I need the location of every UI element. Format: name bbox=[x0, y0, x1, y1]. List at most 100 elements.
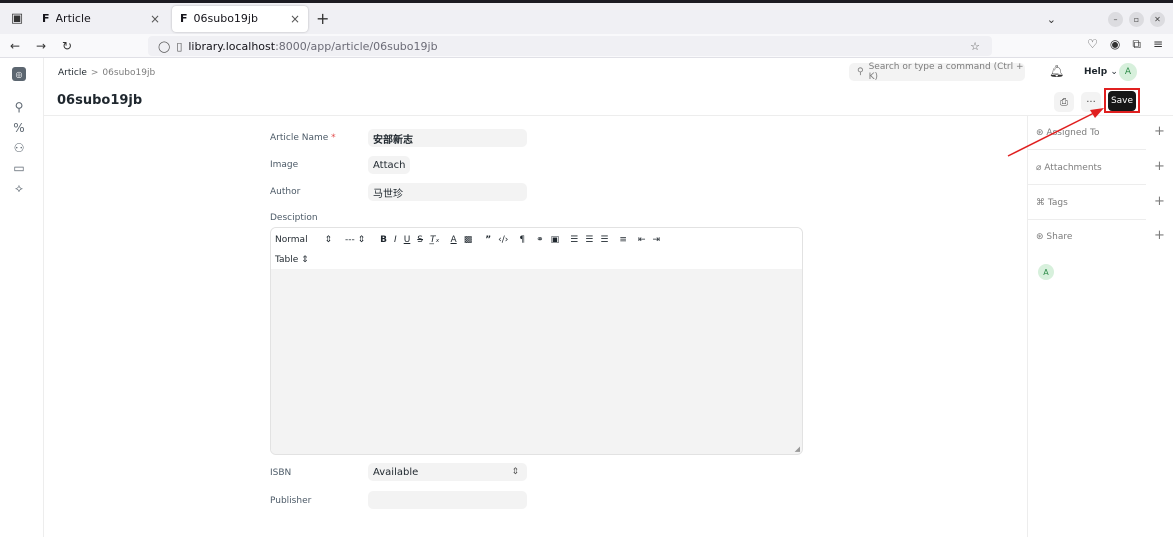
app-left-rail: ◎ ⚲ % ⚇ ▭ ⟡ bbox=[0, 58, 44, 537]
divider bbox=[1028, 149, 1146, 150]
forward-icon[interactable]: → bbox=[30, 39, 52, 53]
url-bar[interactable]: ◯ ▯ library.localhost:8000/app/article/0… bbox=[148, 36, 992, 56]
browser-toolbar-right: ♡ ◉ ⧉ ≡ bbox=[1087, 37, 1163, 52]
user-avatar[interactable]: A bbox=[1119, 63, 1137, 81]
add-assignment-icon[interactable]: + bbox=[1154, 124, 1165, 139]
align-icon[interactable]: ≡ bbox=[619, 235, 627, 245]
tab-close-icon[interactable]: × bbox=[150, 12, 160, 26]
tab-list-icon[interactable]: ▣ bbox=[0, 3, 34, 34]
browser-tab-bar: ▣ F Article × F 06subo19jb × + ⌄ – ▫ ✕ bbox=[0, 0, 1173, 34]
tab-title: Article bbox=[55, 12, 91, 25]
breadcrumb: Article >06subo19jb bbox=[58, 68, 155, 78]
breadcrumb-root[interactable]: Article bbox=[58, 68, 87, 78]
page-info-icon[interactable]: ▯ bbox=[176, 40, 182, 53]
help-dropdown[interactable]: Help ⌄ bbox=[1084, 67, 1118, 77]
sidebar-attachments[interactable]: ⌀ Attachments bbox=[1036, 163, 1146, 173]
underline-icon[interactable]: U bbox=[404, 235, 411, 245]
ordered-list-icon[interactable]: ☰ bbox=[570, 235, 578, 245]
more-actions-button[interactable]: ··· bbox=[1081, 92, 1101, 112]
app-header: Article >06subo19jb ⚲ Search or type a co… bbox=[44, 58, 1173, 88]
account-icon[interactable]: ◉ bbox=[1110, 37, 1120, 52]
add-tag-icon[interactable]: + bbox=[1154, 194, 1165, 209]
author-input[interactable]: 马世珍 bbox=[368, 183, 527, 201]
description-editor: Normal ⇕ --- ⇕ B I U S T̲ₓ A ▩ ” ‹/› ¶ ⚭… bbox=[270, 227, 803, 455]
search-placeholder: Search or type a command (Ctrl + K) bbox=[868, 62, 1024, 82]
bookmark-star-icon[interactable]: ☆ bbox=[970, 40, 980, 53]
clear-format-icon[interactable]: T̲ₓ bbox=[430, 235, 440, 245]
resize-handle-icon[interactable]: ◢ bbox=[795, 445, 800, 453]
back-icon[interactable]: ← bbox=[4, 39, 26, 53]
viewer-avatar: A bbox=[1038, 264, 1054, 280]
add-attachment-icon[interactable]: + bbox=[1154, 159, 1165, 174]
check-list-icon[interactable]: ☰ bbox=[600, 235, 608, 245]
editor-content-area[interactable]: ◢ bbox=[271, 269, 802, 454]
tab-overflow-chevron-icon[interactable]: ⌄ bbox=[1047, 13, 1056, 26]
breadcrumb-current[interactable]: 06subo19jb bbox=[102, 68, 155, 78]
tool-icon[interactable]: ⚲ bbox=[11, 100, 27, 114]
background-color-icon[interactable]: ▩ bbox=[464, 235, 473, 245]
bullet-list-icon[interactable]: ☰ bbox=[585, 235, 593, 245]
tab-title: 06subo19jb bbox=[193, 12, 258, 25]
isbn-label: ISBN bbox=[270, 468, 292, 478]
menu-icon[interactable]: ≡ bbox=[1153, 37, 1163, 52]
reload-icon[interactable]: ↻ bbox=[56, 39, 78, 53]
author-label: Author bbox=[270, 187, 301, 197]
extensions-icon[interactable]: ⧉ bbox=[1132, 37, 1141, 52]
sidebar-assigned-to[interactable]: ⊛ Assigned To bbox=[1036, 128, 1146, 138]
size-select[interactable]: --- ⇕ bbox=[345, 235, 365, 245]
tab-close-icon[interactable]: × bbox=[290, 12, 300, 26]
share-icon: ⊛ bbox=[1036, 232, 1044, 242]
blockquote-icon[interactable]: ” bbox=[485, 235, 491, 245]
browser-tab-article[interactable]: F Article × bbox=[34, 6, 168, 32]
assign-icon: ⊛ bbox=[1036, 128, 1044, 138]
minimize-icon[interactable]: – bbox=[1108, 11, 1123, 27]
page-head: 06subo19jb ⎙ ··· Save bbox=[44, 88, 1173, 116]
bold-icon[interactable]: B bbox=[380, 235, 387, 245]
divider bbox=[1028, 219, 1146, 220]
app-logo-icon[interactable]: ◎ bbox=[12, 67, 26, 81]
print-button[interactable]: ⎙ bbox=[1054, 92, 1074, 112]
indent-icon[interactable]: ⇥ bbox=[652, 235, 660, 245]
sidebar-tags[interactable]: ⌘ Tags bbox=[1036, 198, 1146, 208]
article-name-input[interactable]: 安部新志 bbox=[368, 129, 527, 147]
users-icon[interactable]: ⚇ bbox=[11, 141, 27, 155]
add-share-icon[interactable]: + bbox=[1154, 228, 1165, 243]
awesomebar-search-input[interactable]: ⚲ Search or type a command (Ctrl + K) bbox=[849, 62, 1025, 82]
integrations-icon[interactable]: ⟡ bbox=[11, 181, 27, 196]
paperclip-icon: ⌀ bbox=[1036, 163, 1042, 173]
divider bbox=[1028, 184, 1146, 185]
notification-bell-icon[interactable]: 🔔︎ bbox=[1049, 64, 1064, 78]
editor-toolbar: Normal ⇕ --- ⇕ B I U S T̲ₓ A ▩ ” ‹/› ¶ ⚭… bbox=[271, 228, 802, 269]
window-controls: ⌄ – ▫ ✕ bbox=[1047, 5, 1165, 33]
url-host: library.localhost bbox=[188, 39, 276, 53]
browser-nav-bar: ← → ↻ ◯ ▯ library.localhost:8000/app/art… bbox=[0, 34, 1173, 58]
isbn-select[interactable]: Available ⇕ bbox=[368, 463, 527, 481]
pocket-icon[interactable]: ♡ bbox=[1087, 37, 1098, 52]
sidebar-share[interactable]: ⊛ Share bbox=[1036, 232, 1146, 242]
required-mark: * bbox=[331, 133, 336, 143]
attach-button[interactable]: Attach bbox=[368, 156, 411, 174]
direction-icon[interactable]: ¶ bbox=[519, 235, 525, 245]
maximize-icon[interactable]: ▫ bbox=[1129, 11, 1144, 27]
outdent-icon[interactable]: ⇤ bbox=[638, 235, 646, 245]
strikethrough-icon[interactable]: S bbox=[417, 235, 423, 245]
image-icon[interactable]: ▣ bbox=[551, 235, 560, 245]
breadcrumb-separator: > bbox=[90, 68, 99, 78]
window-icon[interactable]: ▭ bbox=[11, 161, 27, 175]
code-block-icon[interactable]: ‹/› bbox=[498, 235, 508, 245]
publisher-input[interactable] bbox=[368, 491, 527, 509]
tracking-shield-icon[interactable]: ◯ bbox=[158, 40, 170, 53]
table-menu[interactable]: Table ⇕ bbox=[275, 255, 309, 265]
frappe-favicon-icon: F bbox=[180, 12, 188, 25]
description-label: Desciption bbox=[270, 213, 318, 223]
window-close-icon[interactable]: ✕ bbox=[1150, 11, 1165, 27]
format-select[interactable]: Normal ⇕ bbox=[275, 235, 332, 245]
italic-icon[interactable]: I bbox=[394, 235, 397, 245]
browser-tab-record[interactable]: F 06subo19jb × bbox=[172, 5, 308, 32]
select-chevron-icon: ⇕ bbox=[511, 467, 519, 477]
help-label: Help bbox=[1084, 67, 1108, 77]
link-icon[interactable]: ⚭ bbox=[536, 235, 544, 245]
new-tab-icon[interactable]: + bbox=[316, 9, 329, 28]
percent-icon[interactable]: % bbox=[11, 121, 27, 135]
text-color-icon[interactable]: A bbox=[451, 235, 457, 245]
